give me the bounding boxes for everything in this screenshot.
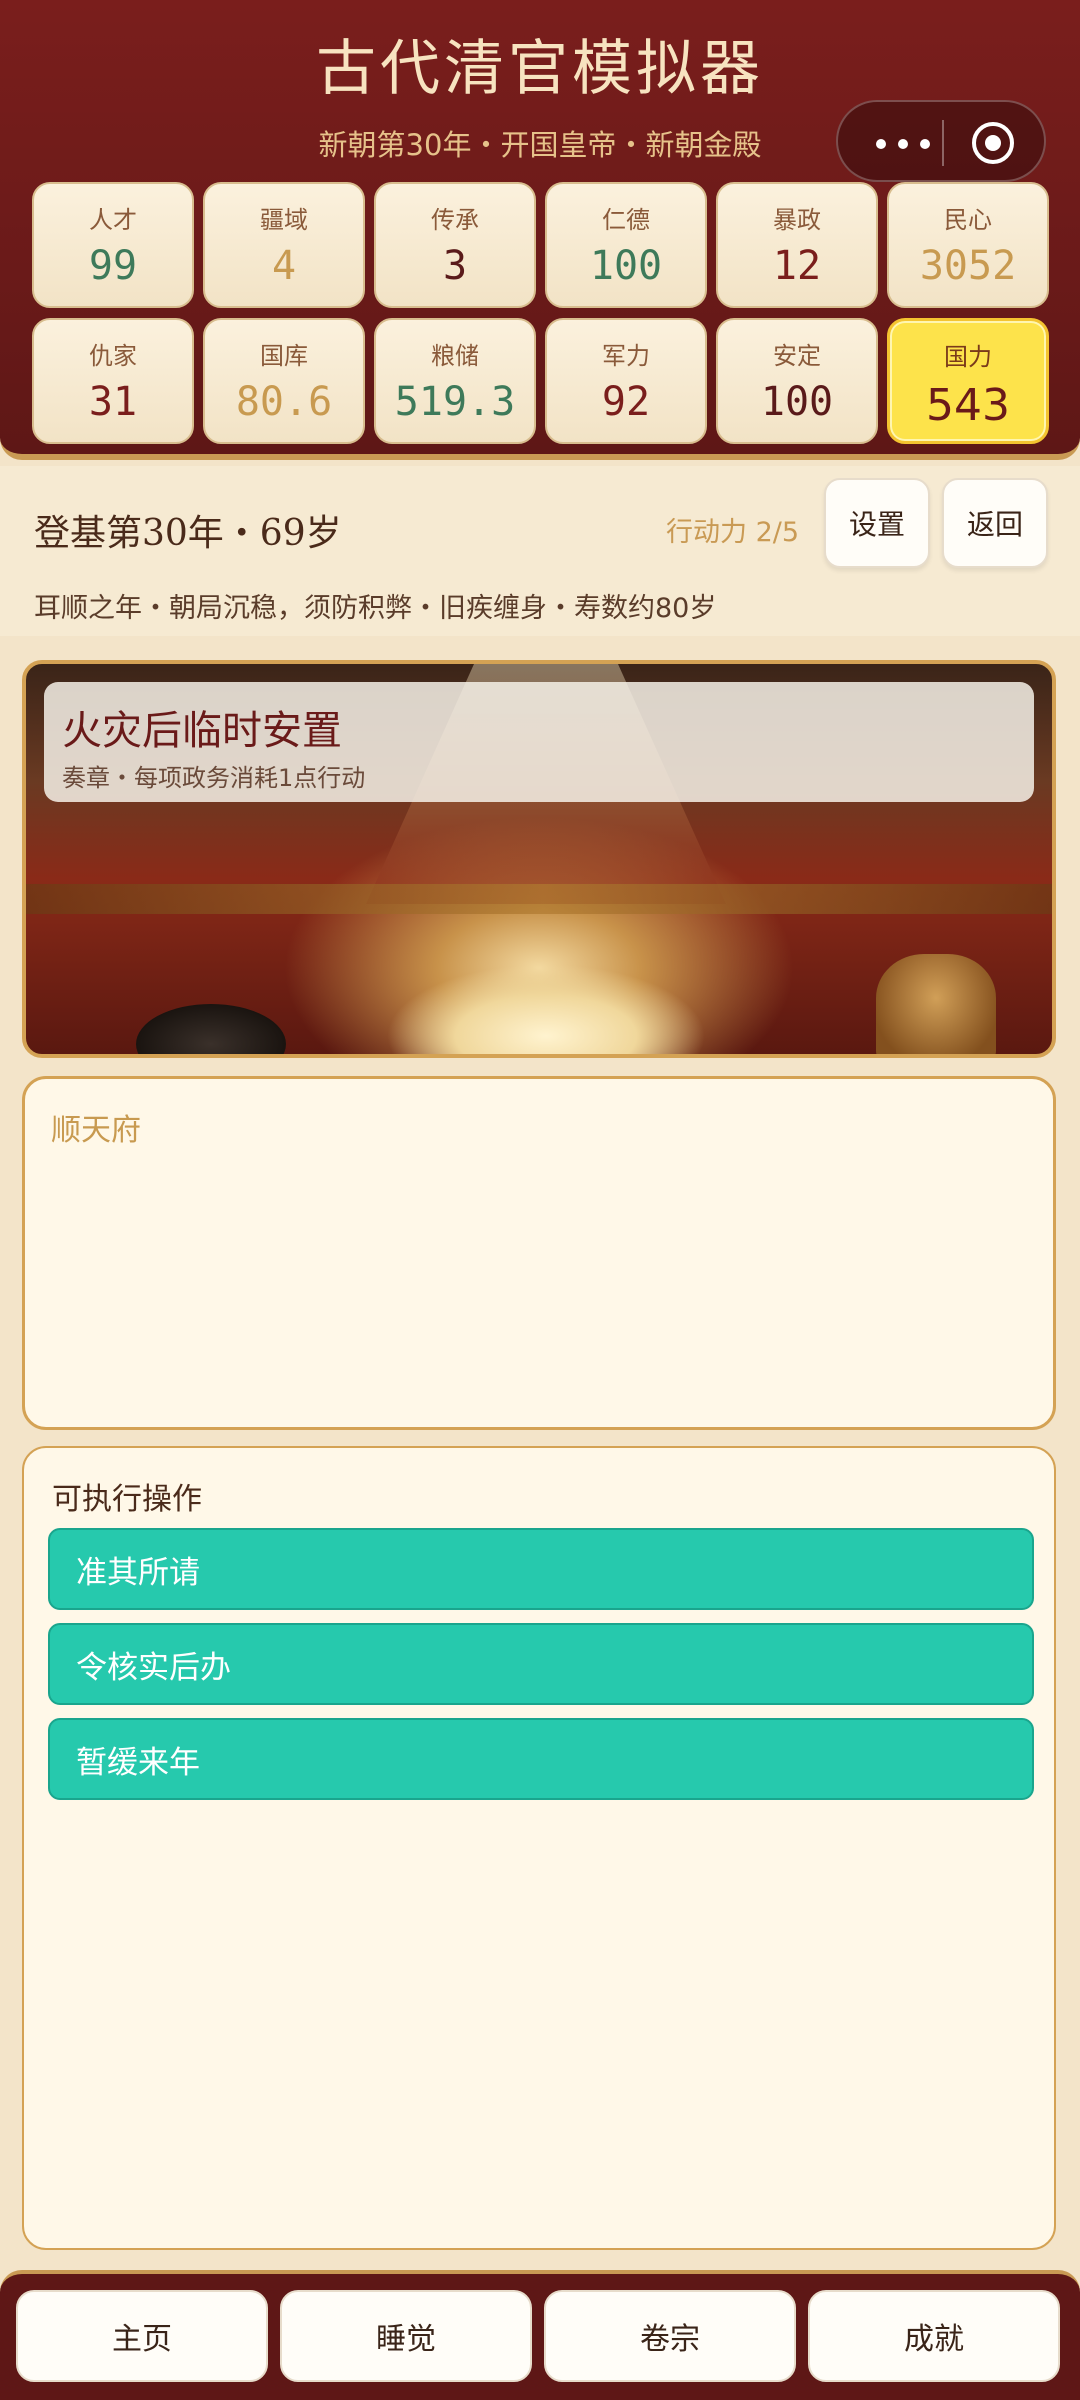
stat-label: 暴政 [773,206,821,234]
stat-label: 军力 [602,342,650,370]
stats-grid: 人才 99 疆域 4 传承 3 仁德 100 暴政 12 民心 3052 仇家 … [32,182,1050,444]
stat-value: 4 [271,243,297,289]
capsule-divider [942,120,944,166]
stat-national-power: 国力 543 [887,318,1049,444]
stat-label: 人才 [89,206,137,234]
nav-sleep[interactable]: 睡觉 [280,2290,532,2382]
action-points: 行动力 2/5 [666,517,800,548]
stat-value: 92 [601,379,651,425]
stat-military: 军力 92 [545,318,707,444]
stat-label: 国库 [260,342,308,370]
stat-territory: 疆域 4 [203,182,365,308]
stat-tyranny: 暴政 12 [716,182,878,308]
approve-button[interactable]: 准其所请 [48,1528,1034,1610]
memorial-scene: 火灾后临时安置 奏章・每项政务消耗1点行动 [22,660,1056,1058]
memorial-title: 火灾后临时安置 [62,708,342,754]
back-button[interactable]: 返回 [942,478,1048,568]
stat-label: 粮储 [431,342,479,370]
stat-stability: 安定 100 [716,318,878,444]
postpone-button[interactable]: 暂缓来年 [48,1718,1034,1800]
stat-value: 80.6 [235,379,333,425]
header: 古代清官模拟器 新朝第30年・开国皇帝・新朝金殿 人才 99 疆域 4 传承 3… [0,0,1080,460]
stat-label: 仇家 [89,342,137,370]
location-label: 顺天府 [51,1113,141,1148]
app-title: 古代清官模拟器 [316,34,764,104]
stat-value: 12 [772,243,822,289]
actions-heading: 可执行操作 [52,1482,202,1517]
stat-legacy: 传承 3 [374,182,536,308]
nav-achievements[interactable]: 成就 [808,2290,1060,2382]
stat-grain: 粮储 519.3 [374,318,536,444]
memorial-caption: 火灾后临时安置 奏章・每项政务消耗1点行动 [44,682,1034,802]
stat-value: 3 [442,243,468,289]
stat-talent: 人才 99 [32,182,194,308]
close-target-icon[interactable] [972,122,1014,164]
actions-panel: 可执行操作 准其所请 令核实后办 暂缓来年 [22,1446,1056,2250]
verify-first-button[interactable]: 令核实后办 [48,1623,1034,1705]
stat-enemies: 仇家 31 [32,318,194,444]
miniprogram-capsule [836,100,1046,182]
nav-home[interactable]: 主页 [16,2290,268,2382]
stat-value: 100 [760,379,834,425]
inkstone-image [136,1004,286,1054]
stat-label: 安定 [773,342,821,370]
stat-popularity: 民心 3052 [887,182,1049,308]
stat-value: 3052 [919,243,1017,289]
stat-treasury: 国库 80.6 [203,318,365,444]
status-description: 耳顺之年・朝局沉稳，须防积弊・旧疾缠身・寿数约80岁 [34,593,717,624]
stat-label: 传承 [431,206,479,234]
reign-info: 登基第30年・69岁 [34,513,342,554]
stat-label: 仁德 [602,206,650,234]
settings-button[interactable]: 设置 [824,478,930,568]
memorial-text-panel: 顺天府 [22,1076,1056,1430]
stat-value: 543 [926,380,1010,431]
stat-value: 100 [589,243,663,289]
more-icon[interactable] [868,124,938,162]
imperial-seal-image [876,954,996,1054]
stat-value: 99 [88,243,138,289]
stat-label: 疆域 [260,206,308,234]
memorial-papers-image [386,964,706,1054]
stat-value: 519.3 [394,379,516,425]
stat-benevolence: 仁德 100 [545,182,707,308]
stat-value: 31 [88,379,138,425]
status-bar: 登基第30年・69岁 行动力 2/5 设置 返回 耳顺之年・朝局沉稳，须防积弊・… [0,466,1080,636]
scene-desk-edge [26,884,1052,914]
stat-label: 民心 [944,206,992,234]
stat-label: 国力 [944,343,992,371]
bottom-nav: 主页 睡觉 卷宗 成就 [0,2270,1080,2400]
memorial-subtitle: 奏章・每项政务消耗1点行动 [62,764,366,792]
nav-archives[interactable]: 卷宗 [544,2290,796,2382]
